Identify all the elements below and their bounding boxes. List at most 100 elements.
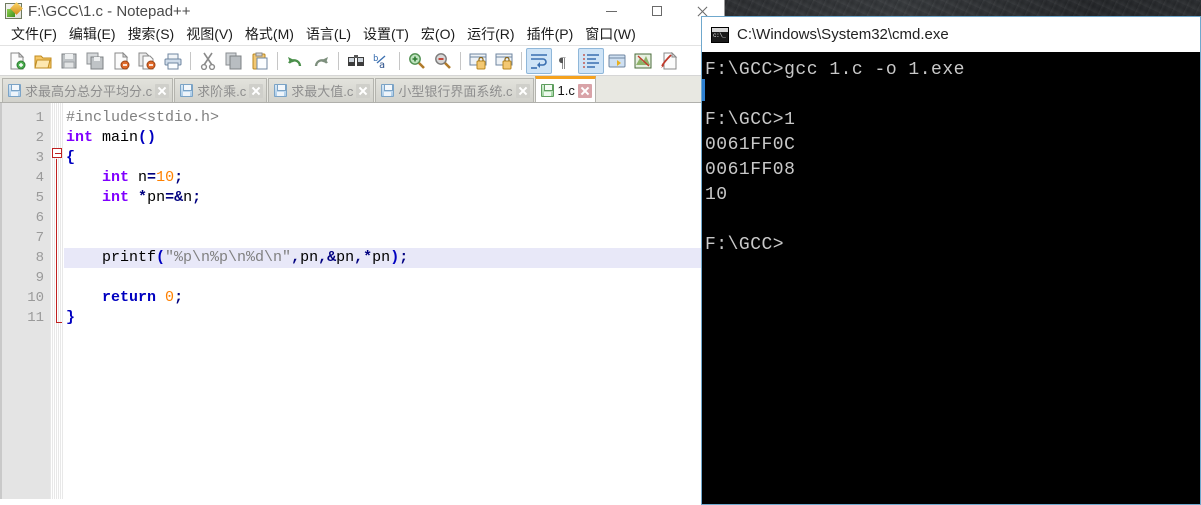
code-token: ; (174, 289, 184, 306)
tab-label: 小型银行界面系统.c (398, 84, 513, 99)
zoom-out-button[interactable] (430, 48, 456, 74)
copy-button[interactable] (221, 48, 247, 74)
code-token: , (291, 249, 301, 266)
document-map-button[interactable] (630, 48, 656, 74)
save-all-button[interactable] (82, 48, 108, 74)
menu-item-9[interactable]: 插件(P) (521, 22, 580, 46)
function-list-button[interactable] (656, 48, 682, 74)
cmd-window-title: C:\Windows\System32\cmd.exe (737, 26, 949, 43)
menu-item-1[interactable]: 编辑(E) (63, 22, 122, 46)
code-line[interactable]: printf("%p\n%p\n%d\n",pn,&pn,*pn); (64, 248, 724, 268)
code-token: printf (66, 249, 157, 266)
code-line[interactable]: return 0; (64, 288, 724, 308)
code-line[interactable]: int n=10; (64, 168, 724, 188)
close-file-button[interactable] (108, 48, 134, 74)
code-token: pn (300, 249, 319, 266)
tab-close-icon[interactable] (356, 83, 371, 98)
tab-label: 求最大值.c (291, 84, 354, 99)
tab-close-icon[interactable] (515, 83, 530, 98)
code-token: () (138, 129, 157, 146)
menu-item-0[interactable]: 文件(F) (5, 22, 63, 46)
close-all-button[interactable] (134, 48, 160, 74)
menu-item-2[interactable]: 搜索(S) (122, 22, 181, 46)
editor-tab[interactable]: 求最高分总分平均分.c (2, 78, 174, 102)
save-all-icon (86, 52, 104, 70)
undo-button[interactable] (282, 48, 308, 74)
minimize-icon (606, 10, 617, 12)
line-number: 8 (35, 250, 44, 266)
zoom-in-button[interactable] (404, 48, 430, 74)
line-number: 2 (35, 130, 44, 146)
save-button[interactable] (56, 48, 82, 74)
code-token: ; (192, 189, 202, 206)
toolbar-separator (190, 51, 191, 70)
fold-column[interactable] (50, 103, 64, 499)
menu-item-10[interactable]: 窗口(W) (579, 22, 642, 46)
code-token: 10 (156, 169, 175, 186)
notepadpp-titlebar: F:\GCC\1.c - Notepad++ (0, 0, 724, 22)
cut-button[interactable] (195, 48, 221, 74)
code-token: } (66, 309, 76, 326)
minimize-button[interactable] (589, 0, 634, 22)
code-line[interactable]: int *pn=&n; (64, 188, 724, 208)
menu-item-3[interactable]: 视图(V) (180, 22, 239, 46)
fold-collapse-icon[interactable] (52, 148, 62, 158)
saved-file-icon (180, 84, 194, 97)
tab-close-icon[interactable] (249, 83, 264, 98)
sync-vertical-scroll-icon (469, 52, 487, 70)
console-line: F:\GCC>gcc 1.c -o 1.exe (705, 60, 965, 80)
paste-button[interactable] (247, 48, 273, 74)
tab-close-icon[interactable] (577, 83, 592, 98)
redo-button[interactable] (308, 48, 334, 74)
menu-item-7[interactable]: 宏(O) (415, 22, 461, 46)
editor-tab[interactable]: 求阶乘.c (174, 78, 268, 102)
code-line[interactable] (64, 208, 724, 228)
code-token: { (66, 149, 76, 166)
code-editor[interactable]: 1 2 3 4 5 6 7 8 9 10 11 #include<stdio.h> int main(… (0, 103, 724, 499)
indent-guide-button[interactable] (578, 47, 604, 74)
line-number: 5 (35, 190, 44, 206)
editor-tab[interactable]: 求最大值.c (268, 78, 375, 102)
code-token: , (318, 249, 328, 266)
code-line[interactable] (64, 228, 724, 248)
code-text-area[interactable]: #include<stdio.h> int main(){ int n=10; i… (64, 103, 724, 499)
new-file-button[interactable] (4, 48, 30, 74)
code-token: #include<stdio.h> (66, 109, 220, 126)
tab-bar: 求最高分总分平均分.c 求阶乘.c 求最大值.c 小型银行界面系统.c 1.c (0, 76, 724, 103)
code-line[interactable]: { (64, 148, 724, 168)
toolbar: b a ¶ (0, 46, 724, 76)
menu-item-5[interactable]: 语言(L) (300, 22, 357, 46)
cmd-console-output[interactable]: F:\GCC>gcc 1.c -o 1.exe F:\GCC>1 0061FF0C… (702, 52, 1200, 504)
maximize-button[interactable] (634, 0, 679, 22)
print-button[interactable] (160, 48, 186, 74)
line-number: 6 (35, 210, 44, 226)
editor-tab-active[interactable]: 1.c (534, 76, 596, 102)
tab-close-icon[interactable] (155, 83, 170, 98)
sync-horizontal-scroll-button[interactable] (491, 48, 517, 74)
window-title: F:\GCC\1.c - Notepad++ (28, 2, 191, 20)
sync-vertical-scroll-button[interactable] (465, 48, 491, 74)
code-line[interactable]: } (64, 308, 724, 328)
menu-item-8[interactable]: 运行(R) (461, 22, 520, 46)
word-wrap-button[interactable] (526, 47, 552, 74)
show-all-characters-button[interactable]: ¶ (552, 48, 578, 74)
menu-item-4[interactable]: 格式(M) (239, 22, 300, 46)
code-line[interactable]: int main() (64, 128, 724, 148)
code-line[interactable]: #include<stdio.h> (64, 108, 724, 128)
user-defined-dialog-button[interactable] (604, 48, 630, 74)
menu-item-6[interactable]: 设置(T) (357, 22, 415, 46)
editor-tab[interactable]: 小型银行界面系统.c (375, 78, 534, 102)
code-token: , (354, 249, 364, 266)
find-button[interactable] (343, 48, 369, 74)
code-line[interactable] (64, 268, 724, 288)
console-line: 0061FF0C (705, 135, 796, 155)
code-token: main (93, 129, 139, 146)
saved-file-icon (381, 84, 395, 97)
tab-label: 1.c (557, 83, 575, 98)
open-file-button[interactable] (30, 48, 56, 74)
new-file-icon (8, 51, 26, 70)
replace-button[interactable]: ba (369, 48, 395, 74)
